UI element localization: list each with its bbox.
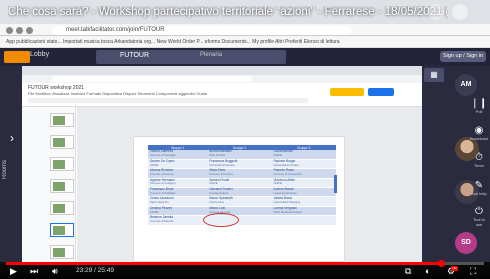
table-row: Vittorio Zamboni Comune di Fiscaglia Andre… bbox=[148, 149, 336, 160]
tool-to-use[interactable]: ⏻ Tool to use bbox=[470, 206, 488, 228]
watch-later-icon[interactable] bbox=[428, 4, 444, 20]
grid-view-icon[interactable]: ▦ bbox=[424, 68, 444, 82]
table-row: Beatrice Zanella Comune di Mesola bbox=[148, 215, 336, 226]
inner-browser-tabs bbox=[22, 66, 422, 75]
table-row: Agnese Hermann Comune di Codigoro Sandra F… bbox=[148, 178, 336, 189]
room-tab-sublabel: Plenaria bbox=[200, 52, 223, 58]
person-org: UNIFE bbox=[150, 162, 159, 167]
next-icon[interactable]: ⏭ bbox=[30, 266, 38, 277]
red-circle-annotation bbox=[203, 213, 239, 227]
room-tab-label: FUTOUR bbox=[120, 52, 150, 59]
person-org: Università di Bologna bbox=[273, 200, 300, 205]
person-org: Parco Delta Po bbox=[150, 200, 169, 205]
slides-menu: File Modifica Visualizza Inserisci Forma… bbox=[28, 91, 208, 96]
hd-badge: HD bbox=[451, 266, 458, 271]
table-row: Francesco Bruni Comune di Ostellato Giovan… bbox=[148, 187, 336, 198]
person-org: Comune di Ferrara bbox=[150, 172, 174, 177]
person-org: Comune di Fiscaglia bbox=[150, 152, 176, 157]
table-cell bbox=[271, 215, 336, 226]
slide-thumb-selected bbox=[50, 223, 74, 237]
avatar[interactable]: SD bbox=[455, 232, 477, 254]
forward-icon[interactable] bbox=[16, 27, 23, 34]
pencil-icon: ✎ bbox=[474, 180, 484, 191]
ask-help-tool[interactable]: ✎ Ask help bbox=[470, 180, 488, 197]
video-frame[interactable]: meet.talkfacilitator.com/join/FUTOUR App… bbox=[0, 0, 490, 279]
slide-thumb bbox=[50, 201, 74, 215]
signup-button[interactable]: Sign up / Sign in bbox=[440, 51, 486, 62]
video-title[interactable]: Che cosa sarà? - Workshop partecipativo … bbox=[8, 6, 448, 20]
meeting-logo bbox=[4, 51, 30, 63]
table-row: Monica Richetta Comune di Ferrara Silvia F… bbox=[148, 168, 336, 179]
volume-icon[interactable]: 🔊︎ bbox=[52, 266, 58, 277]
progress-bar[interactable] bbox=[6, 260, 484, 267]
poll-tool[interactable]: ❘❙ Poll bbox=[470, 98, 488, 115]
slide-scrollbar bbox=[334, 175, 337, 193]
person-org: UNIFE bbox=[273, 152, 282, 157]
lobby-label[interactable]: Lobby bbox=[30, 51, 49, 58]
person-org: Università di Ferrara bbox=[273, 162, 299, 167]
person-org: UNIFE bbox=[209, 181, 218, 186]
broadcast-icon: ◉ bbox=[474, 125, 484, 136]
groups-table: Gruppo 1 Gruppo 2 Gruppo 3 Vittorio Zamb… bbox=[148, 145, 336, 226]
slide-thumbnails bbox=[22, 107, 76, 262]
table-cell: Beatrice Zanella Comune di Mesola bbox=[148, 215, 208, 226]
chevron-right-icon[interactable]: › bbox=[6, 130, 18, 146]
subtitles-icon[interactable]: ⧉ bbox=[405, 266, 411, 277]
reload-icon[interactable] bbox=[26, 27, 33, 34]
person-org: Comune di Codigoro bbox=[150, 181, 176, 186]
person-org: CNA Ferrara bbox=[209, 152, 225, 157]
person-org: ANCI Emilia-Romagna bbox=[273, 209, 302, 214]
person-org: UNIFE bbox=[273, 181, 282, 186]
person-org: CIA Ferrara bbox=[209, 200, 224, 205]
table-row: Cristina Pezzini UNIFE Marco Lodi Azienda a… bbox=[148, 206, 336, 217]
autoplay-icon[interactable]: ◐ bbox=[425, 266, 430, 277]
address-bar[interactable]: meet.talkfacilitator.com/join/FUTOUR bbox=[52, 26, 352, 35]
slide-thumb bbox=[50, 157, 74, 171]
power-icon: ⏻ bbox=[475, 206, 483, 217]
person-org: UNIFE bbox=[150, 209, 159, 214]
table-row: Davide De Capro UNIFE Francesca Boggiotti U… bbox=[148, 159, 336, 170]
slide-thumb bbox=[50, 245, 74, 259]
broadcast-tool[interactable]: ◉ Broadcast bbox=[470, 125, 488, 142]
slides-toolbar bbox=[28, 98, 308, 103]
timer-tool[interactable]: ⏱ Timer bbox=[470, 152, 488, 169]
poll-icon: ❘❙ bbox=[470, 98, 488, 109]
person-org: Confagricoltura bbox=[209, 190, 229, 195]
table-row: Cinzia Lazzaroni Parco Delta Po Marco Spin… bbox=[148, 197, 336, 207]
bookmarks-bar[interactable]: App pubblicazioni stato... Importati mus… bbox=[0, 36, 490, 48]
person-org: Comune di Ostellato bbox=[150, 190, 176, 195]
share-icon[interactable] bbox=[452, 4, 468, 20]
rooms-label[interactable]: Rooms bbox=[2, 160, 20, 179]
table-cell: Lorena Vergnani ANCI Emilia-Romagna bbox=[271, 206, 336, 217]
back-icon[interactable] bbox=[6, 27, 13, 34]
play-icon[interactable]: ▶ bbox=[10, 266, 17, 277]
person-org: Università di Ferrara bbox=[209, 162, 235, 167]
scrubber-handle[interactable] bbox=[437, 260, 445, 267]
fullscreen-icon[interactable]: ⛶ bbox=[470, 266, 476, 277]
slide-thumb bbox=[50, 179, 74, 193]
share-button bbox=[368, 88, 394, 96]
time-display: 23:29 / 25:49 bbox=[76, 267, 114, 274]
progress-fill bbox=[6, 262, 441, 265]
present-button bbox=[330, 88, 364, 96]
person-org: Comune di Mesola bbox=[150, 219, 174, 224]
slide-thumb bbox=[50, 113, 74, 127]
slide-thumb bbox=[50, 135, 74, 149]
timer-icon: ⏱ bbox=[475, 152, 483, 163]
avatar[interactable]: AM bbox=[455, 74, 477, 96]
inner-address-bar bbox=[52, 76, 252, 82]
person-org: Comune di Comacchio bbox=[273, 172, 302, 177]
person-org: Comune di Ferrara bbox=[209, 172, 233, 177]
person-org: Legacoop Estense bbox=[273, 190, 297, 195]
